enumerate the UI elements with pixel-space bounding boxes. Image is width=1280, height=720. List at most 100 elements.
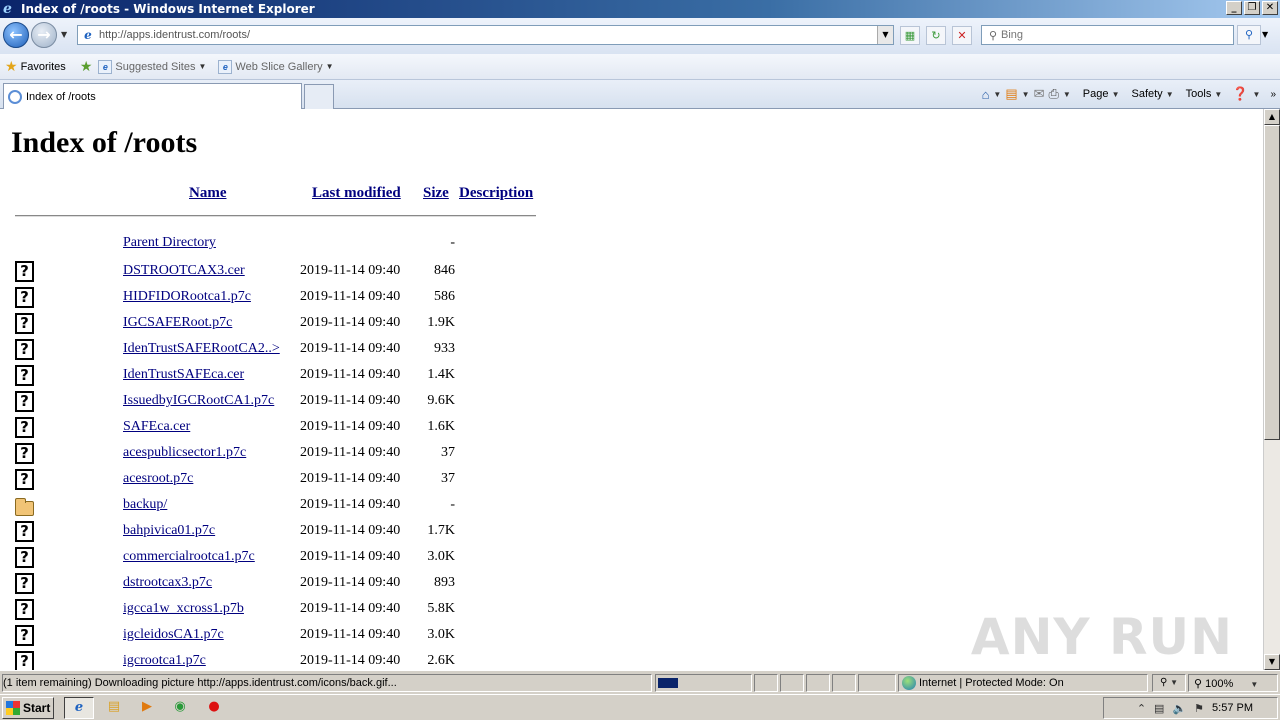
unknown-file-icon[interactable]: ? [15, 547, 34, 568]
window-controls: _ ❐ ✕ [1226, 1, 1278, 15]
vertical-scrollbar[interactable]: ▲ ▼ [1263, 109, 1280, 670]
help-icon[interactable]: ❓ [1232, 86, 1248, 102]
clock[interactable]: 5:57 PM [1212, 702, 1253, 714]
show-hidden-icons-icon[interactable]: ⌃ [1137, 702, 1146, 715]
web-slice-gallery-button[interactable]: e Web Slice Gallery ▼ [218, 59, 334, 74]
unknown-file-icon[interactable]: ? [15, 417, 34, 438]
unknown-file-icon[interactable]: ? [15, 391, 34, 412]
favorites-button[interactable]: Favorites [21, 61, 66, 73]
file-link[interactable]: acespublicsector1.p7c [123, 445, 246, 461]
file-link[interactable]: dstrootcax3.p7c [123, 575, 212, 591]
taskbar-media-player-icon[interactable]: ▶ [132, 697, 162, 719]
more-commands-icon[interactable]: » [1270, 89, 1276, 100]
file-link[interactable]: acesroot.p7c [123, 471, 193, 487]
unknown-file-icon[interactable]: ? [15, 365, 34, 386]
file-row: ? IdenTrustSAFEca.cer 2019-11-14 09:40 1.4K [0, 365, 600, 387]
new-tab-button[interactable] [304, 84, 334, 109]
column-header-name[interactable]: Name [189, 185, 227, 202]
download-progress [655, 674, 752, 692]
safety-menu[interactable]: Safety ▼ [1131, 88, 1173, 100]
network-icon[interactable]: ▤ [1154, 702, 1164, 715]
file-link[interactable]: bahpivica01.p7c [123, 523, 215, 539]
file-link[interactable]: igcrootca1.p7c [123, 653, 206, 669]
suggested-sites-button[interactable]: e Suggested Sites ▼ [98, 59, 206, 74]
unknown-file-icon[interactable]: ? [15, 521, 34, 542]
suggested-sites-icon: e [98, 59, 113, 74]
scroll-up-button[interactable]: ▲ [1264, 109, 1280, 125]
compatibility-view-button[interactable]: ▦ [900, 26, 920, 45]
search-input[interactable] [1001, 29, 1221, 41]
protected-mode-button[interactable]: ⚲ ▼ [1152, 674, 1186, 692]
tab-index-of-roots[interactable]: Index of /roots [3, 83, 302, 109]
volume-icon[interactable]: 🔈 [1172, 702, 1186, 715]
taskbar-chrome-icon[interactable]: ◉ [165, 697, 195, 719]
close-button[interactable]: ✕ [1262, 1, 1278, 15]
scroll-thumb[interactable] [1264, 125, 1280, 440]
unknown-file-icon[interactable]: ? [15, 287, 34, 308]
file-link[interactable]: IdenTrustSAFERootCA2..> [123, 341, 280, 357]
restore-button[interactable]: ❐ [1244, 1, 1260, 15]
file-link[interactable]: SAFEca.cer [123, 419, 190, 435]
page-icon: e [84, 28, 92, 42]
page-menu[interactable]: Page ▼ [1083, 88, 1120, 100]
unknown-file-icon[interactable]: ? [15, 443, 34, 464]
stop-button[interactable]: ✕ [952, 26, 972, 45]
minimize-button[interactable]: _ [1226, 1, 1242, 15]
column-header-size[interactable]: Size [423, 185, 449, 202]
refresh-button[interactable]: ↻ [926, 26, 946, 45]
folder-icon[interactable] [15, 498, 34, 516]
chevron-down-icon[interactable]: ▼ [1022, 90, 1030, 99]
mail-icon[interactable]: ✉ [1034, 86, 1045, 102]
search-options-dropdown[interactable]: ▼ [1262, 30, 1268, 39]
unknown-file-icon[interactable]: ? [15, 573, 34, 594]
unknown-file-icon[interactable]: ? [15, 469, 34, 490]
chevron-down-icon[interactable]: ▼ [993, 90, 1001, 99]
unknown-file-icon[interactable]: ? [15, 651, 34, 670]
file-size: 846 [434, 263, 455, 278]
system-tray: ⌃ ▤ 🔈 ⚑ 5:57 PM [1103, 697, 1278, 719]
action-center-flag-icon[interactable]: ⚑ [1194, 702, 1204, 715]
file-date: 2019-11-14 09:40 [300, 419, 401, 434]
file-link[interactable]: backup/ [123, 497, 167, 513]
file-date: 2019-11-14 09:40 [300, 549, 401, 564]
zoom-button[interactable]: ⚲ 100% ▼ [1188, 674, 1278, 692]
file-link[interactable]: commercialrootca1.p7c [123, 549, 255, 565]
print-icon[interactable]: ⎙ [1048, 86, 1058, 102]
file-link[interactable]: igcleidosCA1.p7c [123, 627, 224, 643]
unknown-file-icon[interactable]: ? [15, 599, 34, 620]
chevron-down-icon[interactable]: ▼ [1063, 90, 1071, 99]
back-button[interactable]: ← [3, 22, 29, 48]
file-link[interactable]: igcca1w_xcross1.p7b [123, 601, 244, 617]
start-button[interactable]: Start [2, 697, 54, 719]
taskbar-ie-icon[interactable]: e [64, 697, 94, 719]
unknown-file-icon[interactable]: ? [15, 625, 34, 646]
file-link[interactable]: IdenTrustSAFEca.cer [123, 367, 244, 383]
address-bar[interactable]: e http://apps.identrust.com/roots/ ▼ [77, 25, 894, 45]
unknown-file-icon[interactable]: ? [15, 261, 34, 282]
column-header-description[interactable]: Description [459, 185, 533, 202]
recent-pages-dropdown[interactable]: ▼ [61, 30, 67, 39]
tools-menu[interactable]: Tools ▼ [1186, 88, 1223, 100]
search-button[interactable]: ⚲ [1237, 25, 1261, 45]
taskbar-explorer-icon[interactable]: ▤ [99, 697, 129, 719]
address-url[interactable]: http://apps.identrust.com/roots/ [99, 29, 250, 41]
chevron-down-icon[interactable]: ▼ [1253, 90, 1261, 99]
file-link[interactable]: HIDFIDORootca1.p7c [123, 289, 251, 305]
unknown-file-icon[interactable]: ? [15, 313, 34, 334]
address-dropdown-button[interactable]: ▼ [877, 26, 893, 44]
taskbar-security-app-icon[interactable]: ● [199, 697, 229, 719]
web-slice-gallery-label: Web Slice Gallery [235, 60, 323, 73]
column-header-last-modified[interactable]: Last modified [312, 185, 401, 202]
forward-button[interactable]: → [31, 22, 57, 48]
add-to-favorites-bar-icon[interactable]: ★ [80, 58, 93, 75]
file-link[interactable]: IGCSAFERoot.p7c [123, 315, 232, 331]
search-box[interactable]: ⚲ [981, 25, 1234, 45]
parent-directory-link[interactable]: Parent Directory [123, 235, 216, 251]
feeds-icon[interactable]: ▤ [1005, 86, 1017, 102]
file-link[interactable]: IssuedbyIGCRootCA1.p7c [123, 393, 274, 409]
unknown-file-icon[interactable]: ? [15, 339, 34, 360]
home-icon[interactable]: ⌂ [982, 87, 990, 102]
security-zone[interactable]: Internet | Protected Mode: On [898, 674, 1148, 692]
file-link[interactable]: DSTROOTCAX3.cer [123, 263, 245, 279]
scroll-down-button[interactable]: ▼ [1264, 654, 1280, 670]
